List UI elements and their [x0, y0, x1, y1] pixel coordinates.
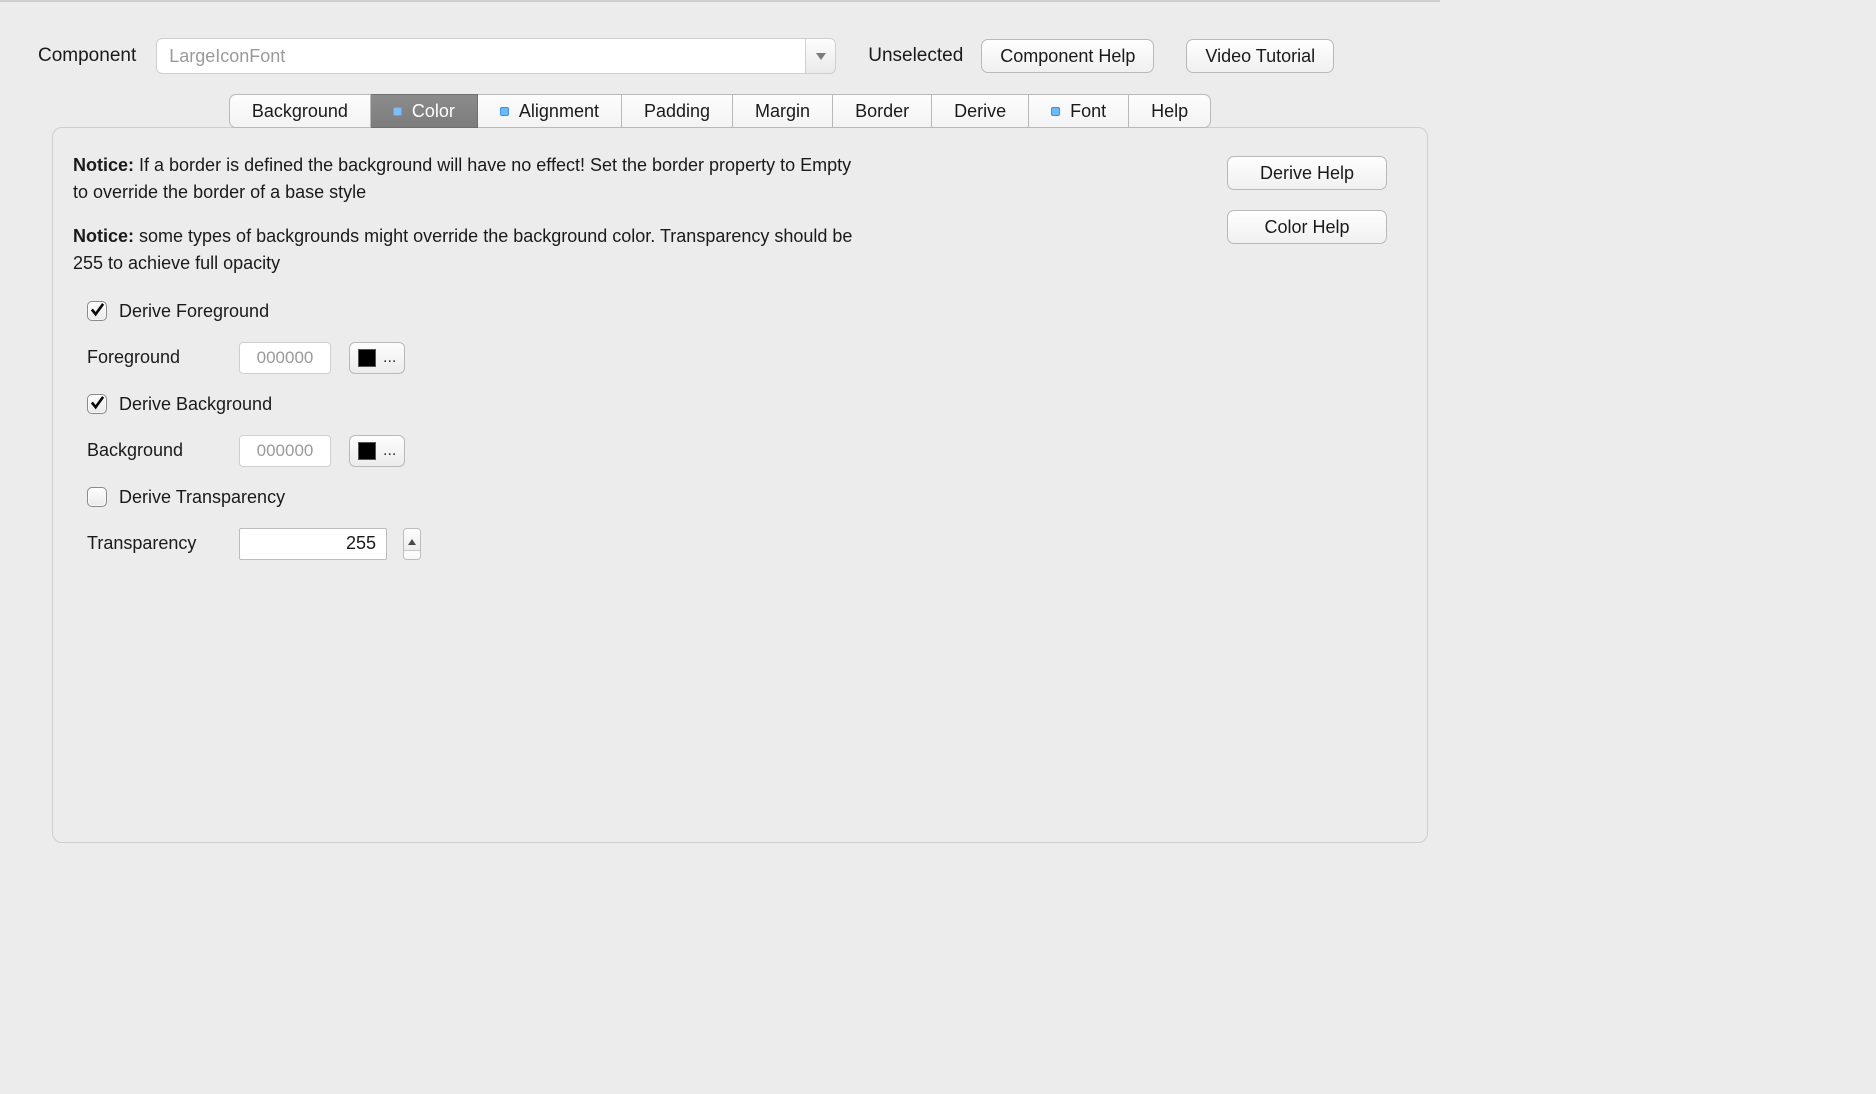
tab-font[interactable]: Font: [1029, 94, 1129, 128]
notice-background: Notice: some types of backgrounds might …: [73, 223, 853, 276]
tab-label: Font: [1070, 101, 1106, 122]
component-combobox[interactable]: [156, 38, 836, 74]
derive-foreground-row: Derive Foreground: [87, 301, 973, 322]
override-indicator-icon: [500, 107, 509, 116]
component-help-button[interactable]: Component Help: [981, 39, 1154, 73]
override-indicator-icon: [1051, 107, 1060, 116]
component-label: Component: [38, 45, 136, 67]
override-indicator-icon: [393, 107, 402, 116]
component-dropdown-button[interactable]: [806, 38, 836, 74]
tab-label: Border: [855, 101, 909, 122]
theme-editor-root: Component Unselected Component Help Vide…: [0, 0, 1440, 840]
color-swatch-icon: [358, 349, 376, 367]
derive-background-checkbox[interactable]: [87, 394, 107, 414]
checkmark-icon: [90, 394, 105, 415]
background-color-picker[interactable]: ...: [349, 435, 405, 467]
chevron-down-icon: [815, 46, 827, 66]
transparency-stepper[interactable]: [403, 528, 421, 560]
checkmark-icon: [90, 301, 105, 322]
transparency-row: Transparency: [87, 528, 973, 560]
color-swatch-icon: [358, 442, 376, 460]
panel-side-buttons: Derive Help Color Help: [1227, 152, 1407, 822]
notice-text: If a border is defined the background wi…: [73, 155, 851, 202]
tab-label: Alignment: [519, 101, 599, 122]
foreground-label: Foreground: [87, 347, 221, 368]
transparency-input[interactable]: [239, 528, 387, 560]
derive-background-label: Derive Background: [119, 394, 272, 415]
tab-alignment[interactable]: Alignment: [478, 94, 622, 128]
stepper-up-button[interactable]: [404, 529, 420, 550]
header-row: Component Unselected Component Help Vide…: [0, 38, 1440, 94]
foreground-row: Foreground ...: [87, 342, 973, 374]
derive-transparency-checkbox[interactable]: [87, 487, 107, 507]
background-hex-input[interactable]: [239, 435, 331, 467]
tab-padding[interactable]: Padding: [622, 94, 733, 128]
color-help-button[interactable]: Color Help: [1227, 210, 1387, 244]
background-label: Background: [87, 440, 221, 461]
chevron-down-icon: [408, 551, 416, 560]
derive-transparency-row: Derive Transparency: [87, 487, 973, 508]
notice-border: Notice: If a border is defined the backg…: [73, 152, 853, 205]
tab-bar: Background Color Alignment Padding Margi…: [0, 94, 1440, 128]
tab-label: Margin: [755, 101, 810, 122]
tab-label: Padding: [644, 101, 710, 122]
foreground-color-picker[interactable]: ...: [349, 342, 405, 374]
stepper-down-button[interactable]: [404, 550, 420, 560]
ellipsis-label: ...: [383, 349, 396, 367]
tab-label: Background: [252, 101, 348, 122]
notice-prefix: Notice:: [73, 226, 134, 246]
tab-label: Derive: [954, 101, 1006, 122]
tab-background[interactable]: Background: [229, 94, 371, 128]
notice-prefix: Notice:: [73, 155, 134, 175]
derive-help-button[interactable]: Derive Help: [1227, 156, 1387, 190]
component-input[interactable]: [156, 38, 806, 74]
derive-transparency-label: Derive Transparency: [119, 487, 285, 508]
notice-text: some types of backgrounds might override…: [73, 226, 852, 273]
chevron-up-icon: [408, 529, 416, 550]
derive-foreground-checkbox[interactable]: [87, 301, 107, 321]
tab-border[interactable]: Border: [833, 94, 932, 128]
state-label: Unselected: [868, 45, 963, 67]
tab-label: Color: [412, 101, 455, 122]
video-tutorial-button[interactable]: Video Tutorial: [1186, 39, 1334, 73]
tab-panel: Notice: If a border is defined the backg…: [52, 127, 1428, 843]
derive-background-row: Derive Background: [87, 394, 973, 415]
derive-foreground-label: Derive Foreground: [119, 301, 269, 322]
ellipsis-label: ...: [383, 442, 396, 460]
background-row: Background ...: [87, 435, 973, 467]
tab-help[interactable]: Help: [1129, 94, 1211, 128]
tab-margin[interactable]: Margin: [733, 94, 833, 128]
transparency-label: Transparency: [87, 533, 221, 554]
tab-derive[interactable]: Derive: [932, 94, 1029, 128]
color-form: Derive Foreground Foreground ...: [87, 301, 973, 560]
tab-color[interactable]: Color: [371, 94, 478, 128]
foreground-hex-input[interactable]: [239, 342, 331, 374]
tab-label: Help: [1151, 101, 1188, 122]
panel-content: Notice: If a border is defined the backg…: [73, 152, 973, 822]
